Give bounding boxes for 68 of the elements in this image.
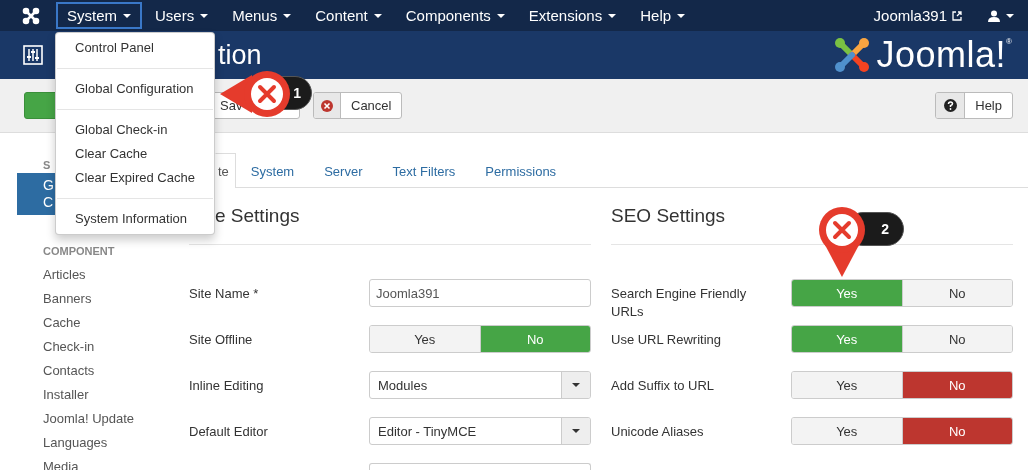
sidebar-link[interactable]: Installer bbox=[0, 383, 175, 407]
caret-icon bbox=[496, 13, 505, 18]
caret-icon bbox=[608, 13, 617, 18]
select-field[interactable]: Modules bbox=[369, 371, 591, 399]
caret-icon bbox=[123, 13, 131, 18]
toggle-option[interactable]: No bbox=[901, 372, 1012, 398]
user-menu[interactable] bbox=[988, 9, 1014, 22]
toggle-option[interactable]: No bbox=[901, 326, 1012, 352]
sliders-icon bbox=[23, 45, 43, 65]
select-field[interactable]: Editor - TinyMCE bbox=[369, 417, 591, 445]
caret-icon bbox=[1006, 13, 1014, 18]
field-label: Site Offline bbox=[189, 331, 254, 349]
sidebar-link[interactable]: Articles bbox=[0, 263, 175, 287]
caret-icon bbox=[373, 13, 382, 18]
sidebar-link[interactable]: Cache bbox=[0, 311, 175, 335]
tab[interactable]: Server bbox=[309, 153, 378, 188]
nav-menu[interactable]: Help bbox=[629, 2, 697, 29]
toggle-option[interactable]: Yes bbox=[792, 418, 902, 444]
nav-menu[interactable]: System bbox=[56, 2, 142, 29]
toggle-option[interactable]: No bbox=[901, 280, 1012, 306]
field-label: Inline Editing bbox=[189, 377, 265, 395]
menu-item[interactable]: Global Check-in bbox=[56, 118, 214, 142]
joomla-logo-icon[interactable] bbox=[22, 6, 40, 25]
caret-icon bbox=[200, 13, 209, 18]
help-icon bbox=[943, 99, 957, 112]
nav-menu[interactable]: Users bbox=[144, 2, 220, 29]
nav-menu[interactable]: Content bbox=[304, 2, 393, 29]
menu-item[interactable]: Global Configuration bbox=[56, 77, 214, 101]
field-label: Default Editor bbox=[189, 423, 269, 441]
caret-icon bbox=[283, 13, 292, 18]
nav-menu[interactable]: Components bbox=[394, 2, 516, 29]
caret-icon bbox=[572, 383, 580, 387]
nav-menu[interactable]: Extensions bbox=[517, 2, 628, 29]
sidebar-heading: COMPONENT bbox=[42, 244, 116, 259]
page-title: tion bbox=[218, 39, 262, 71]
toggle-option[interactable]: No bbox=[901, 418, 1012, 444]
user-icon bbox=[988, 9, 1000, 22]
nav-menu[interactable]: Menus bbox=[221, 2, 303, 29]
sidebar-link[interactable]: Languages bbox=[0, 431, 175, 455]
tab[interactable]: te bbox=[215, 153, 236, 188]
caret-icon bbox=[677, 13, 686, 18]
menu-item[interactable]: Clear Cache bbox=[56, 142, 214, 166]
close-icon bbox=[321, 99, 333, 112]
field-label: Add Suffix to URL bbox=[611, 377, 716, 395]
menu-item[interactable]: Control Panel bbox=[56, 36, 214, 60]
sidebar-heading: S bbox=[42, 158, 52, 173]
field-label: Unicode Aliases bbox=[611, 423, 705, 441]
tab[interactable]: Text Filters bbox=[377, 153, 471, 188]
field-label: Use URL Rewriting bbox=[611, 331, 723, 349]
toggle-option[interactable]: Yes bbox=[370, 326, 480, 352]
sidebar-link[interactable]: Banners bbox=[0, 287, 175, 311]
text-field[interactable]: Joomla391 bbox=[369, 279, 591, 307]
external-link-icon bbox=[952, 10, 962, 21]
tab[interactable]: Permissions bbox=[470, 153, 572, 188]
field-label: Search Engine Friendly URLs bbox=[611, 285, 748, 321]
cancel-button[interactable]: Cancel bbox=[313, 92, 403, 119]
joomla-logo-icon bbox=[832, 36, 871, 74]
logo-text: Joomla!® bbox=[876, 37, 1012, 73]
toggle-option[interactable]: Yes bbox=[792, 372, 902, 398]
site-link[interactable]: Joomla391 bbox=[873, 7, 962, 24]
sidebar-link[interactable]: Joomla! Update bbox=[0, 407, 175, 431]
help-button[interactable]: Help bbox=[935, 92, 1013, 119]
caret-icon bbox=[572, 429, 580, 433]
menu-item[interactable]: Clear Expired Cache bbox=[56, 166, 214, 190]
sidebar-link[interactable]: Check-in bbox=[0, 335, 175, 359]
tab[interactable]: System bbox=[235, 153, 310, 188]
sidebar-link[interactable]: Contacts bbox=[0, 359, 175, 383]
field-label: Site Name * bbox=[189, 285, 260, 303]
